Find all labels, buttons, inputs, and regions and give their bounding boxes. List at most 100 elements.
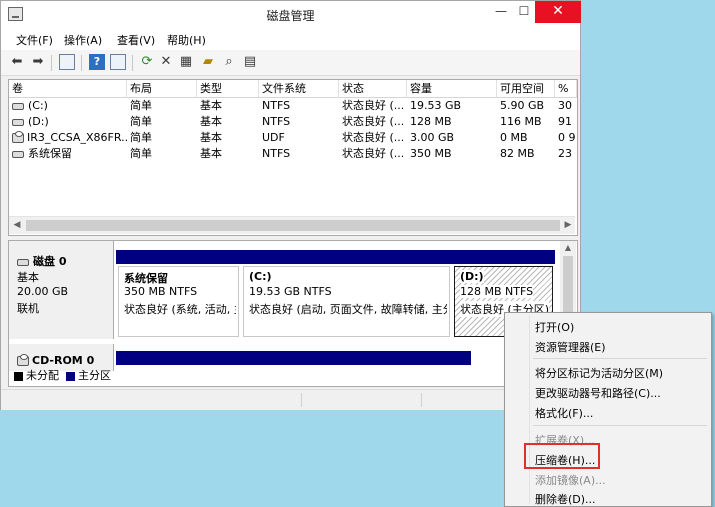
- disk-0-label[interactable]: 磁盘 0 基本 20.00 GB 联机: [9, 241, 114, 339]
- refresh-icon[interactable]: ⟳: [139, 54, 155, 70]
- horizontal-scrollbar[interactable]: ◀ ▶: [9, 216, 575, 234]
- cell-capacity: 19.53 GB: [410, 99, 462, 112]
- cd-drive-icon: [12, 131, 24, 143]
- cell-layout: 简单: [130, 131, 152, 144]
- disk-0-name: 磁盘 0: [17, 253, 66, 269]
- legend-primary: 主分区: [66, 367, 111, 383]
- maximize-button[interactable]: ☐: [511, 1, 537, 23]
- cell-percent: 91: [558, 115, 572, 128]
- cell-free-space: 82 MB: [500, 147, 535, 160]
- partition-title: (D:): [460, 270, 484, 283]
- partition-body: 系统保留 350 MB NTFS 状态良好 (系统, 活动, 主: [118, 266, 239, 337]
- properties-icon[interactable]: ▦: [178, 54, 194, 70]
- cell-status: 状态良好 (...: [342, 99, 405, 112]
- legend-unallocated: 未分配: [14, 367, 59, 383]
- menu-item-explore[interactable]: 资源管理器(E): [535, 339, 606, 355]
- shrink-volume-highlight-box: [524, 443, 600, 469]
- column-header-layout[interactable]: 布局: [127, 80, 197, 98]
- drive-icon: [12, 118, 24, 126]
- partition-size: 350 MB NTFS: [124, 285, 198, 298]
- table-row-system-reserved[interactable]: 系统保留: [9, 146, 127, 162]
- cell-layout: 简单: [130, 147, 152, 160]
- toolbar: ⬅ ➡ ? ⟳ ✕ ▦ ▰ ⌕ ▤: [1, 50, 580, 76]
- toolbar-separator: [51, 55, 52, 71]
- partition-title: 系统保留: [124, 272, 168, 285]
- close-button[interactable]: ✕: [535, 1, 581, 23]
- disk-0-type: 基本: [17, 271, 39, 284]
- primary-partition-bar: [452, 250, 555, 264]
- toolbar-separator: [81, 55, 82, 71]
- primary-partition-bar: [241, 250, 452, 264]
- menu-item-delete-volume[interactable]: 删除卷(D)...: [535, 491, 596, 507]
- menu-item-change-drive-letter[interactable]: 更改驱动器号和路径(C)...: [535, 385, 661, 401]
- split-view-icon[interactable]: [110, 54, 126, 70]
- menu-action[interactable]: 操作(A): [64, 32, 102, 48]
- cdrom-0-partition-bar[interactable]: [116, 351, 471, 365]
- open-folder-icon[interactable]: ▰: [200, 54, 216, 70]
- partition-size: 128 MB NTFS: [460, 285, 534, 298]
- scroll-right-icon[interactable]: ▶: [560, 217, 576, 234]
- status-bar: [1, 389, 580, 410]
- help-icon[interactable]: ?: [89, 54, 105, 70]
- cell-capacity: 3.00 GB: [410, 131, 455, 144]
- menu-help[interactable]: 帮助(H): [167, 32, 206, 48]
- drive-icon: [12, 150, 24, 158]
- cell-type: 基本: [200, 131, 222, 144]
- forward-arrow-icon[interactable]: ➡: [30, 54, 46, 70]
- cell-percent: 0 9: [558, 131, 576, 144]
- delete-icon[interactable]: ✕: [158, 54, 174, 70]
- cell-free-space: 5.90 GB: [500, 99, 545, 112]
- cell-filesystem: NTFS: [262, 99, 291, 112]
- column-header-type[interactable]: 类型: [197, 80, 259, 98]
- menu-item-add-mirror: 添加镜像(A)...: [535, 474, 606, 487]
- drive-icon: [12, 102, 24, 110]
- cell-status: 状态良好 (...: [342, 131, 405, 144]
- menu-item-format[interactable]: 格式化(F)...: [535, 405, 593, 421]
- table-row-cd-volume[interactable]: IR3_CCSA_X86FR...: [9, 130, 127, 146]
- partition-c[interactable]: (C:) 19.53 GB NTFS 状态良好 (启动, 页面文件, 故障转储,…: [241, 250, 452, 339]
- cell-type: 基本: [200, 99, 222, 112]
- back-arrow-icon[interactable]: ⬅: [9, 54, 25, 70]
- scroll-left-icon[interactable]: ◀: [9, 217, 25, 234]
- partition-status: 状态良好 (启动, 页面文件, 故障转储, 主分: [249, 303, 447, 316]
- disk-graphical-view: 磁盘 0 基本 20.00 GB 联机 系统保留 350 MB NTFS 状态良…: [8, 240, 578, 387]
- partition-title: (C:): [249, 270, 272, 283]
- cell-status: 状态良好 (...: [342, 115, 405, 128]
- scrollbar-thumb[interactable]: [26, 220, 560, 231]
- scroll-up-icon[interactable]: ▲: [560, 243, 576, 252]
- menu-item-open[interactable]: 打开(O): [535, 319, 574, 335]
- partition-system-reserved[interactable]: 系统保留 350 MB NTFS 状态良好 (系统, 活动, 主: [116, 250, 241, 339]
- menu-bar: 文件(F) 操作(A) 查看(V) 帮助(H): [1, 28, 580, 51]
- cell-percent: 30: [558, 99, 572, 112]
- column-header-status[interactable]: 状态: [339, 80, 407, 98]
- cell-type: 基本: [200, 147, 222, 160]
- menu-file[interactable]: 文件(F): [16, 32, 53, 48]
- cell-filesystem: NTFS: [262, 115, 291, 128]
- status-divider: [421, 393, 422, 407]
- column-header-percent[interactable]: %: [555, 80, 577, 98]
- cell-filesystem: NTFS: [262, 147, 291, 160]
- disk-0-size: 20.00 GB: [17, 285, 69, 298]
- column-header-free-space[interactable]: 可用空间: [497, 80, 555, 98]
- disk-icon: [17, 258, 29, 266]
- menu-view[interactable]: 查看(V): [117, 32, 155, 48]
- menu-item-mark-active[interactable]: 将分区标记为活动分区(M): [535, 365, 663, 381]
- table-row-c-volume[interactable]: (C:): [9, 98, 127, 114]
- disk-0-status: 联机: [17, 302, 39, 315]
- column-header-volume[interactable]: 卷: [9, 80, 127, 98]
- menu-separator: [533, 358, 707, 359]
- column-header-capacity[interactable]: 容量: [407, 80, 497, 98]
- properties-list-icon[interactable]: [59, 54, 75, 70]
- cell-percent: 23: [558, 147, 572, 160]
- legend: 未分配 主分区: [9, 365, 576, 383]
- status-divider: [301, 393, 302, 407]
- cell-status: 状态良好 (...: [342, 147, 405, 160]
- cell-layout: 简单: [130, 115, 152, 128]
- search-disk-icon[interactable]: ⌕: [221, 54, 237, 70]
- column-header-filesystem[interactable]: 文件系统: [259, 80, 339, 98]
- table-row-d-volume[interactable]: (D:): [9, 114, 127, 130]
- title-bar: 磁盘管理 — ☐ ✕: [1, 1, 581, 28]
- console-icon[interactable]: ▤: [242, 54, 258, 70]
- menu-separator: [533, 425, 707, 426]
- cell-type: 基本: [200, 115, 222, 128]
